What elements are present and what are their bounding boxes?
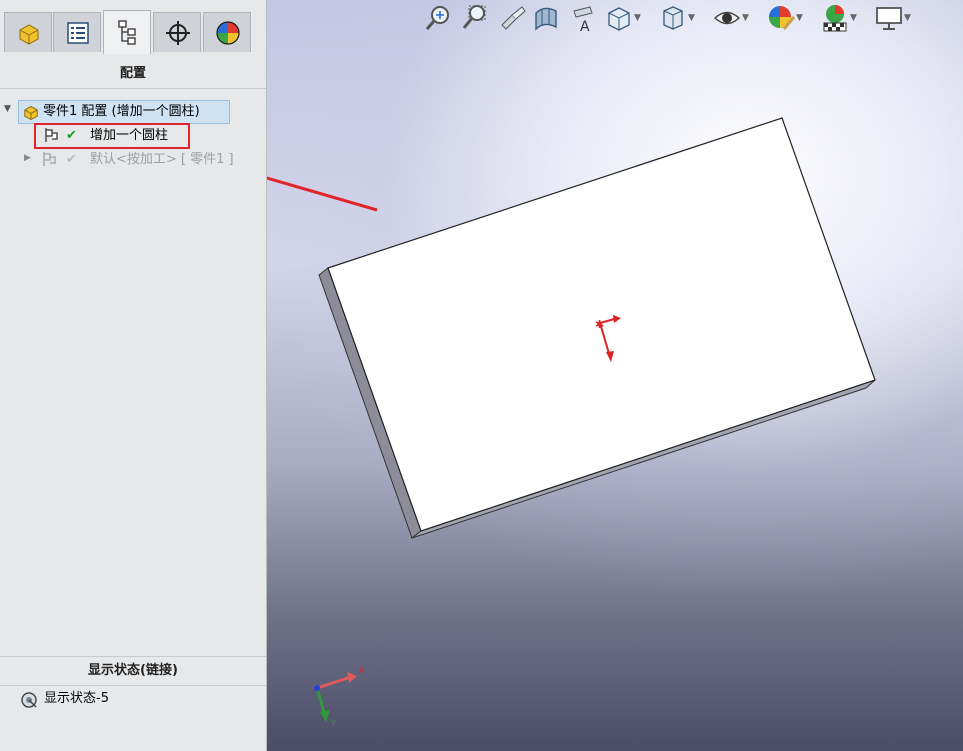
triad-x-label: X [359, 666, 365, 675]
tab-property-manager[interactable] [53, 12, 101, 52]
tree-root-label: 零件1 配置 (增加一个圆柱) [43, 104, 200, 119]
display-state-label: 显示状态-5 [44, 691, 109, 706]
graphics-viewport[interactable]: A ▼ ▼ ▼ ▼ ▼ ▼ ✱ X Y [267, 0, 963, 751]
part-icon [19, 24, 39, 45]
appearance-sphere-icon [216, 21, 240, 45]
crosshair-icon [166, 21, 190, 45]
annotation-arrow [267, 176, 378, 212]
svg-text:✱: ✱ [595, 318, 604, 331]
tree-root-configurations[interactable]: 零件1 配置 (增加一个圆柱) [18, 100, 230, 124]
tab-display-manager[interactable] [203, 12, 251, 52]
configuration-label: 增加一个圆柱 [90, 128, 169, 143]
display-state-icon [21, 692, 37, 708]
model-view: ✱ X Y [267, 117, 876, 728]
tab-configuration-manager[interactable] [103, 10, 151, 54]
coordinate-triad: X Y [314, 666, 365, 728]
configuration-tree-icon [118, 20, 136, 45]
triad-y-label: Y [330, 719, 336, 728]
tab-feature-manager[interactable] [4, 12, 52, 52]
check-icon: ✔ [66, 152, 77, 167]
feature-manager-panel: 配置 ▼ 零件1 配置 (增加一个圆柱) ✔ 增加一个圆柱 ▶ ✔ 默认<按加工… [0, 0, 267, 751]
configuration-label: 默认<按加工> [ 零件1 ] [90, 152, 234, 167]
expand-arrow-icon[interactable]: ▶ [24, 153, 31, 163]
property-list-icon [67, 22, 89, 44]
configuration-icon [45, 128, 58, 142]
panel-title: 配置 [119, 66, 146, 81]
collapse-arrow-icon[interactable]: ▼ [4, 104, 11, 114]
part-icon [24, 105, 38, 121]
divider [0, 88, 266, 89]
manager-tab-bar [0, 8, 266, 54]
tree-item-active-configuration[interactable]: ✔ 增加一个圆柱 [34, 123, 190, 149]
display-state-header: 显示状态(链接) [0, 656, 266, 686]
check-icon: ✔ [66, 128, 77, 143]
tab-dimxpert-manager[interactable] [153, 12, 201, 52]
configuration-icon [43, 152, 56, 166]
